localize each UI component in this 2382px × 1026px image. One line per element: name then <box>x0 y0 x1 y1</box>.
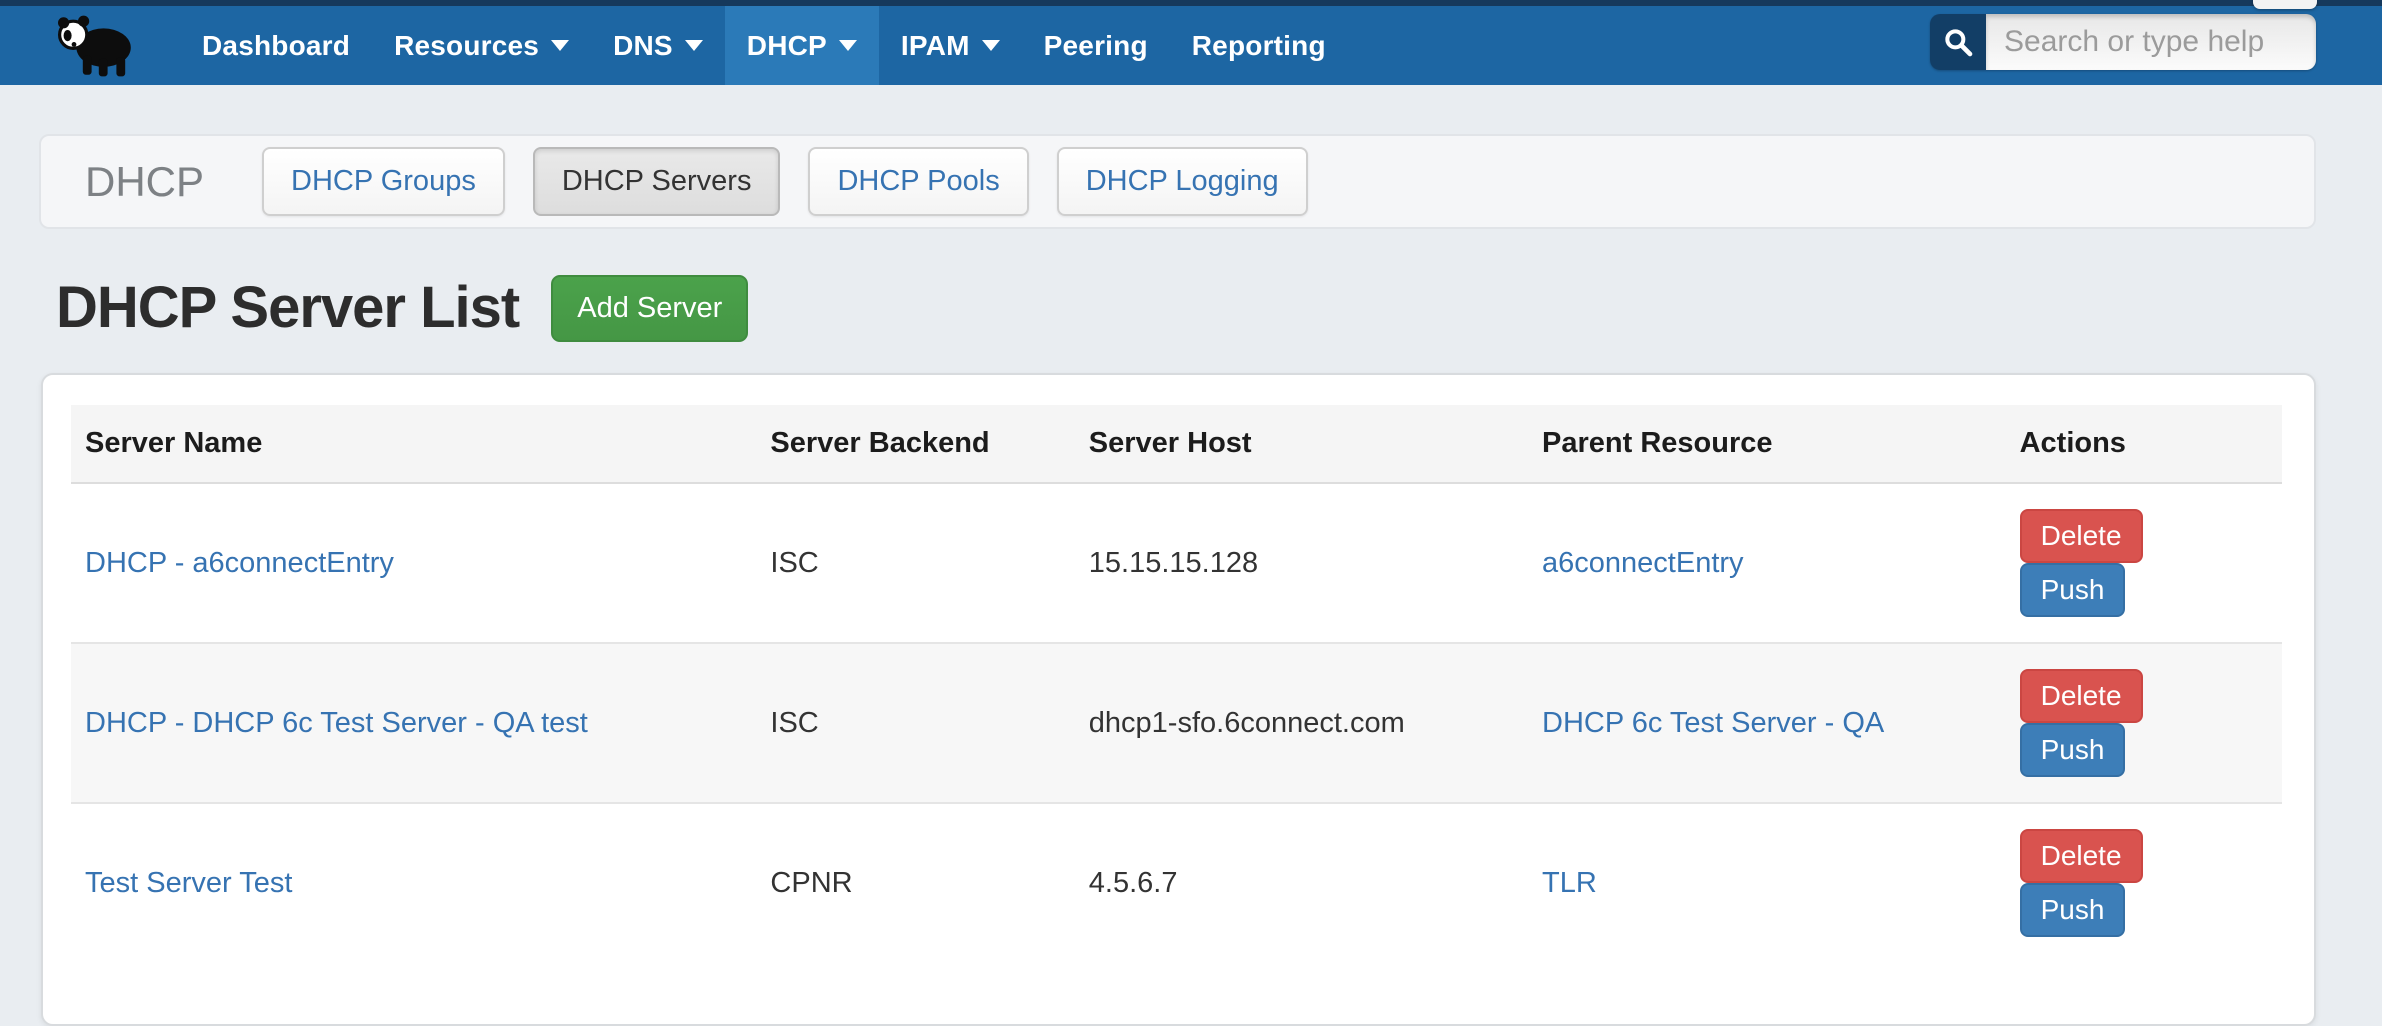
table-header-row: Server Name Server Backend Server Host P… <box>71 405 2282 483</box>
parent-resource-link[interactable]: TLR <box>1542 867 1597 899</box>
provision-panda-logo[interactable] <box>54 6 142 85</box>
dhcp-section-bar: DHCP DHCP Groups DHCP Servers DHCP Pools… <box>39 134 2316 229</box>
chevron-down-icon <box>551 40 569 51</box>
nav-item-dashboard[interactable]: Dashboard <box>180 6 372 85</box>
nav-item-ipam[interactable]: IPAM <box>879 6 1022 85</box>
parent-resource-link[interactable]: DHCP 6c Test Server - QA <box>1542 707 1884 739</box>
tab-dhcp-groups[interactable]: DHCP Groups <box>262 147 505 216</box>
global-search <box>1930 14 2316 70</box>
nav-label: Reporting <box>1192 30 1326 62</box>
nav-label: DHCP <box>747 30 827 62</box>
chevron-down-icon <box>685 40 703 51</box>
table-row: Test Server Test CPNR 4.5.6.7 TLR Delete… <box>71 803 2282 962</box>
delete-button[interactable]: Delete <box>2020 669 2143 723</box>
search-icon <box>1942 26 1974 58</box>
nav-item-reporting[interactable]: Reporting <box>1170 6 1348 85</box>
server-host-cell: 4.5.6.7 <box>1075 803 1528 962</box>
dhcp-server-list-page: { "topbar": { "nav": [ {"label": "Dashbo… <box>0 0 2382 842</box>
col-header-server-backend: Server Backend <box>756 405 1074 483</box>
col-header-actions: Actions <box>2006 405 2282 483</box>
main-nav: Dashboard Resources DNS DHCP IPAM Peerin… <box>180 6 1348 85</box>
nav-label: Dashboard <box>202 30 350 62</box>
server-backend-cell: CPNR <box>756 803 1074 962</box>
push-button[interactable]: Push <box>2020 883 2126 937</box>
top-navbar: Dashboard Resources DNS DHCP IPAM Peerin… <box>0 0 2382 85</box>
chevron-down-icon <box>839 40 857 51</box>
scrollbar-thumb[interactable] <box>2253 0 2317 9</box>
chevron-down-icon <box>982 40 1000 51</box>
server-host-cell: 15.15.15.128 <box>1075 483 1528 643</box>
heading-row: DHCP Server List Add Server <box>56 273 2316 343</box>
server-name-link[interactable]: DHCP - a6connectEntry <box>85 547 394 579</box>
panda-icon <box>54 13 142 79</box>
add-server-button[interactable]: Add Server <box>551 275 748 342</box>
actions-cell: Delete Push <box>2006 643 2282 803</box>
delete-button[interactable]: Delete <box>2020 829 2143 883</box>
col-header-server-name: Server Name <box>71 405 756 483</box>
table-row: DHCP - DHCP 6c Test Server - QA test ISC… <box>71 643 2282 803</box>
nav-item-resources[interactable]: Resources <box>372 6 591 85</box>
search-input[interactable] <box>1986 14 2316 70</box>
tab-dhcp-pools[interactable]: DHCP Pools <box>808 147 1028 216</box>
server-list-card: Server Name Server Backend Server Host P… <box>41 373 2316 1026</box>
nav-item-peering[interactable]: Peering <box>1022 6 1170 85</box>
actions-cell: Delete Push <box>2006 803 2282 962</box>
tab-dhcp-servers[interactable]: DHCP Servers <box>533 147 781 216</box>
col-header-parent-resource: Parent Resource <box>1528 405 2006 483</box>
server-name-link[interactable]: DHCP - DHCP 6c Test Server - QA test <box>85 707 588 739</box>
nav-label: Peering <box>1044 30 1148 62</box>
server-backend-cell: ISC <box>756 643 1074 803</box>
delete-button[interactable]: Delete <box>2020 509 2143 563</box>
push-button[interactable]: Push <box>2020 723 2126 777</box>
server-host-cell: dhcp1-sfo.6connect.com <box>1075 643 1528 803</box>
nav-label: Resources <box>394 30 539 62</box>
section-label: DHCP <box>85 158 204 206</box>
nav-item-dns[interactable]: DNS <box>591 6 725 85</box>
table-row: DHCP - a6connectEntry ISC 15.15.15.128 a… <box>71 483 2282 643</box>
server-name-link[interactable]: Test Server Test <box>85 867 292 899</box>
parent-resource-link[interactable]: a6connectEntry <box>1542 547 1744 579</box>
server-table: Server Name Server Backend Server Host P… <box>71 405 2282 962</box>
search-button[interactable] <box>1930 14 1986 70</box>
col-header-server-host: Server Host <box>1075 405 1528 483</box>
server-backend-cell: ISC <box>756 483 1074 643</box>
nav-label: IPAM <box>901 30 970 62</box>
nav-label: DNS <box>613 30 673 62</box>
nav-item-dhcp[interactable]: DHCP <box>725 6 879 85</box>
push-button[interactable]: Push <box>2020 563 2126 617</box>
tab-dhcp-logging[interactable]: DHCP Logging <box>1057 147 1308 216</box>
actions-cell: Delete Push <box>2006 483 2282 643</box>
page-title: DHCP Server List <box>56 273 519 343</box>
